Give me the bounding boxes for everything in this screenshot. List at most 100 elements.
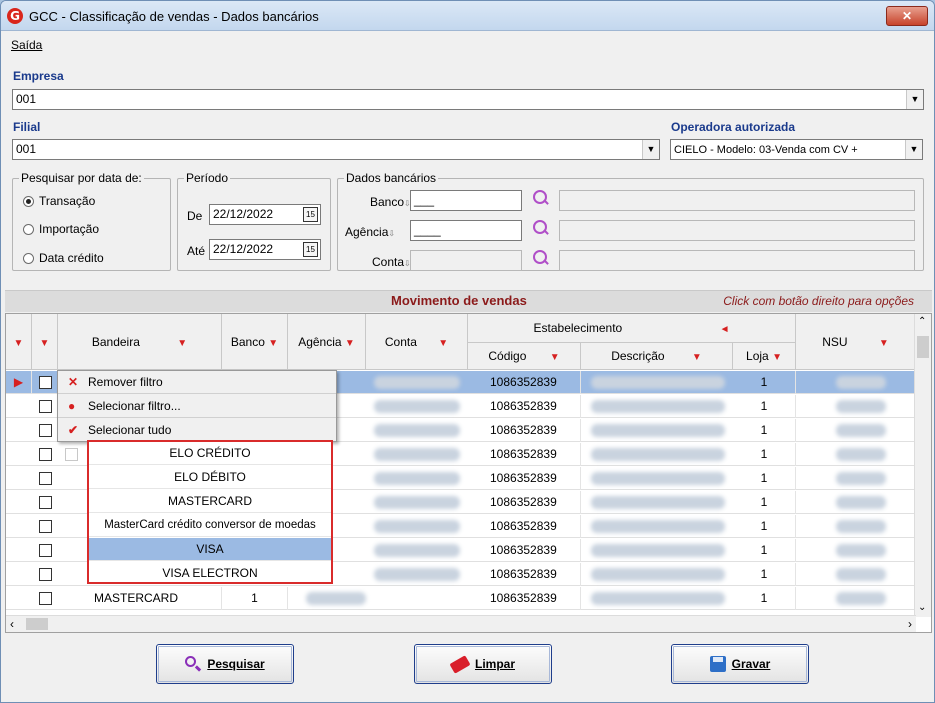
filter-option[interactable]: VISA ELECTRON — [89, 562, 331, 585]
banco-cell: 1 — [222, 587, 288, 610]
col-agencia[interactable]: Agência ▼ — [288, 314, 366, 370]
col-bandeira[interactable]: Bandeira ▼ — [58, 314, 222, 370]
filter-icon: ▼ — [39, 338, 50, 349]
check-column-header[interactable]: ▼ — [32, 314, 58, 370]
row-checkbox[interactable] — [39, 448, 52, 461]
pesquisar-button[interactable]: Pesquisar — [156, 644, 294, 684]
col-agencia-label: Agência — [298, 335, 342, 349]
blurred-cell — [591, 520, 725, 533]
gravar-label: Gravar — [731, 657, 771, 671]
codigo-cell: 1086352839 — [468, 515, 581, 538]
scroll-right-icon[interactable]: › — [908, 617, 912, 631]
search-icon[interactable] — [531, 189, 551, 209]
row-checkbox[interactable] — [39, 376, 52, 389]
radio-label: Transação — [39, 194, 96, 208]
blurred-cell — [591, 592, 725, 605]
col-banco[interactable]: Banco ▼ — [222, 314, 288, 370]
menu-remover-filtro[interactable]: ✕ Remover filtro — [58, 371, 336, 394]
row-checkbox[interactable] — [39, 424, 52, 437]
col-banco-label: Banco — [230, 335, 265, 349]
row-checkbox[interactable] — [39, 520, 52, 533]
menu-selecionar-filtro[interactable]: ● Selecionar filtro... — [58, 395, 336, 418]
loja-cell: 1 — [733, 419, 796, 442]
blurred-cell — [374, 496, 460, 509]
horizontal-scrollbar[interactable]: ‹ › — [6, 615, 916, 632]
chevron-down-icon[interactable]: ▼ — [905, 140, 922, 159]
banco-value: ___ — [414, 193, 435, 207]
codigo-cell: 1086352839 — [468, 539, 581, 562]
row-checkbox[interactable] — [39, 592, 52, 605]
caret-left-icon: ◄ — [719, 324, 730, 335]
banco-field[interactable]: ___ — [410, 190, 522, 211]
agencia-value: ____ — [414, 223, 441, 237]
filter-option[interactable]: ELO CRÉDITO — [89, 442, 331, 465]
filter-option[interactable]: ELO DÉBITO — [89, 466, 331, 489]
table-row[interactable]: MASTERCARD 1 1086352839 1 — [6, 587, 916, 610]
loja-cell: 1 — [733, 539, 796, 562]
codigo-cell: 1086352839 — [468, 467, 581, 490]
row-checkbox[interactable] — [39, 544, 52, 557]
filter-icon: ▼ — [268, 338, 279, 349]
ate-date-value: 22/12/2022 — [213, 242, 274, 256]
close-button[interactable]: ✕ — [886, 6, 928, 26]
row-checkbox-inner[interactable] — [65, 448, 78, 461]
codigo-cell: 1086352839 — [468, 491, 581, 514]
pesquisar-label: Pesquisar — [207, 657, 265, 671]
calendar-icon[interactable]: 15 — [303, 207, 318, 222]
gravar-button[interactable]: Gravar — [671, 644, 809, 684]
scroll-down-icon[interactable]: ⌄ — [918, 602, 926, 613]
eraser-icon — [449, 654, 471, 674]
col-codigo[interactable]: Código ▼ — [468, 343, 581, 370]
radio-dot-icon — [23, 195, 34, 207]
scroll-h-thumb[interactable] — [26, 618, 48, 630]
col-loja[interactable]: Loja ▼ — [733, 343, 796, 370]
filter-option[interactable]: MasterCard crédito conversor de moedas — [89, 514, 331, 537]
col-nsu[interactable]: NSU ▼ — [796, 314, 916, 370]
radio-transacao[interactable]: Transação — [23, 194, 95, 208]
radio-data-credito[interactable]: Data crédito — [23, 251, 104, 265]
col-estabelecimento-label: Estabelecimento — [533, 321, 623, 335]
radio-importacao[interactable]: Importação — [23, 222, 99, 236]
col-estabelecimento[interactable]: Estabelecimento ◄ — [468, 314, 796, 343]
row-checkbox[interactable] — [39, 472, 52, 485]
agencia-desc-field — [559, 220, 915, 241]
vertical-scrollbar[interactable]: ⌃ ⌄ — [914, 314, 931, 617]
empresa-combo[interactable]: 001 ▼ — [12, 89, 924, 110]
scroll-up-icon[interactable]: ⌃ — [918, 316, 926, 327]
limpar-button[interactable]: Limpar — [414, 644, 552, 684]
menu-saida[interactable]: Saída — [11, 38, 42, 52]
row-checkbox[interactable] — [39, 568, 52, 581]
main-window: G GCC - Classificação de vendas - Dados … — [0, 0, 935, 703]
row-checkbox[interactable] — [39, 400, 52, 413]
de-date-field[interactable]: 22/12/2022 15 — [209, 204, 321, 225]
scroll-thumb[interactable] — [917, 336, 929, 358]
menu-selecionar-tudo[interactable]: ✔ Selecionar tudo — [58, 419, 336, 442]
conta-field[interactable] — [410, 250, 522, 271]
title-bar: G GCC - Classificação de vendas - Dados … — [1, 1, 934, 31]
search-icon[interactable] — [531, 249, 551, 269]
search-icon[interactable] — [531, 219, 551, 239]
filter-option-selected[interactable]: VISA — [89, 538, 331, 561]
grid-hint: Click com botão direito para opções — [723, 294, 914, 308]
chevron-down-icon[interactable]: ▼ — [906, 90, 923, 109]
radio-label: Importação — [39, 222, 100, 236]
filter-icon: ▼ — [344, 338, 355, 349]
blurred-cell — [374, 472, 460, 485]
calendar-icon[interactable]: 15 — [303, 242, 318, 257]
filial-combo[interactable]: 001 ▼ — [12, 139, 660, 160]
operadora-combo[interactable]: CIELO - Modelo: 03-Venda com CV + ▼ — [670, 139, 923, 160]
agencia-field[interactable]: ____ — [410, 220, 522, 241]
col-conta[interactable]: Conta ▼ — [366, 314, 468, 370]
conta-label-text: Conta — [372, 255, 405, 269]
filter-option[interactable]: MASTERCARD — [89, 490, 331, 513]
chevron-down-icon[interactable]: ▼ — [642, 140, 659, 159]
sort-column-header[interactable]: ▼ — [6, 314, 32, 370]
menu-label: Remover filtro — [88, 375, 163, 389]
agencia-label-text: Agência — [345, 225, 389, 239]
ate-date-field[interactable]: 22/12/2022 15 — [209, 239, 321, 260]
scroll-left-icon[interactable]: ‹ — [10, 617, 14, 631]
row-checkbox[interactable] — [39, 496, 52, 509]
filial-value: 001 — [16, 142, 37, 156]
radio-dot-icon — [23, 252, 34, 264]
col-descricao[interactable]: Descrição ▼ — [581, 343, 733, 370]
